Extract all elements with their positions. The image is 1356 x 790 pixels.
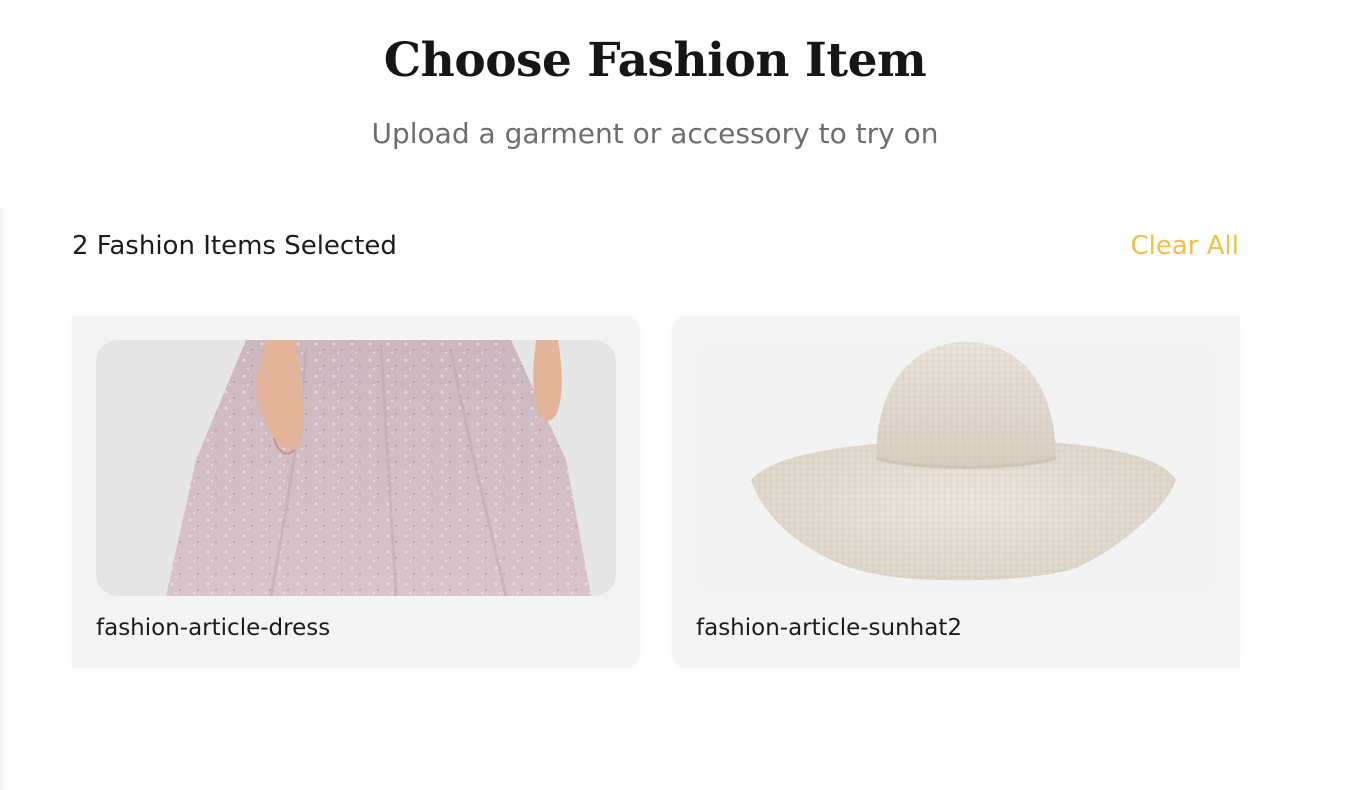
fashion-item-card[interactable]: fashion-article-sunhat2 xyxy=(672,316,1240,668)
page-subtitle: Upload a garment or accessory to try on xyxy=(371,117,939,150)
fashion-item-name: fashion-article-sunhat2 xyxy=(696,615,962,641)
selected-items-grid: fashion-article-dress fashion-article-su… xyxy=(72,316,1240,668)
selected-count-label: 2 Fashion Items Selected xyxy=(72,231,397,261)
fashion-item-card[interactable]: fashion-article-dress xyxy=(72,316,640,668)
fashion-item-name: fashion-article-dress xyxy=(96,615,331,641)
page: Choose Fashion Item Upload a garment or … xyxy=(0,0,1356,790)
side-panel-edge xyxy=(0,208,6,790)
page-title: Choose Fashion Item xyxy=(383,33,927,88)
clear-all-button[interactable]: Clear All xyxy=(1131,229,1240,263)
dress-image xyxy=(96,340,616,596)
sunhat-image xyxy=(696,340,1216,596)
